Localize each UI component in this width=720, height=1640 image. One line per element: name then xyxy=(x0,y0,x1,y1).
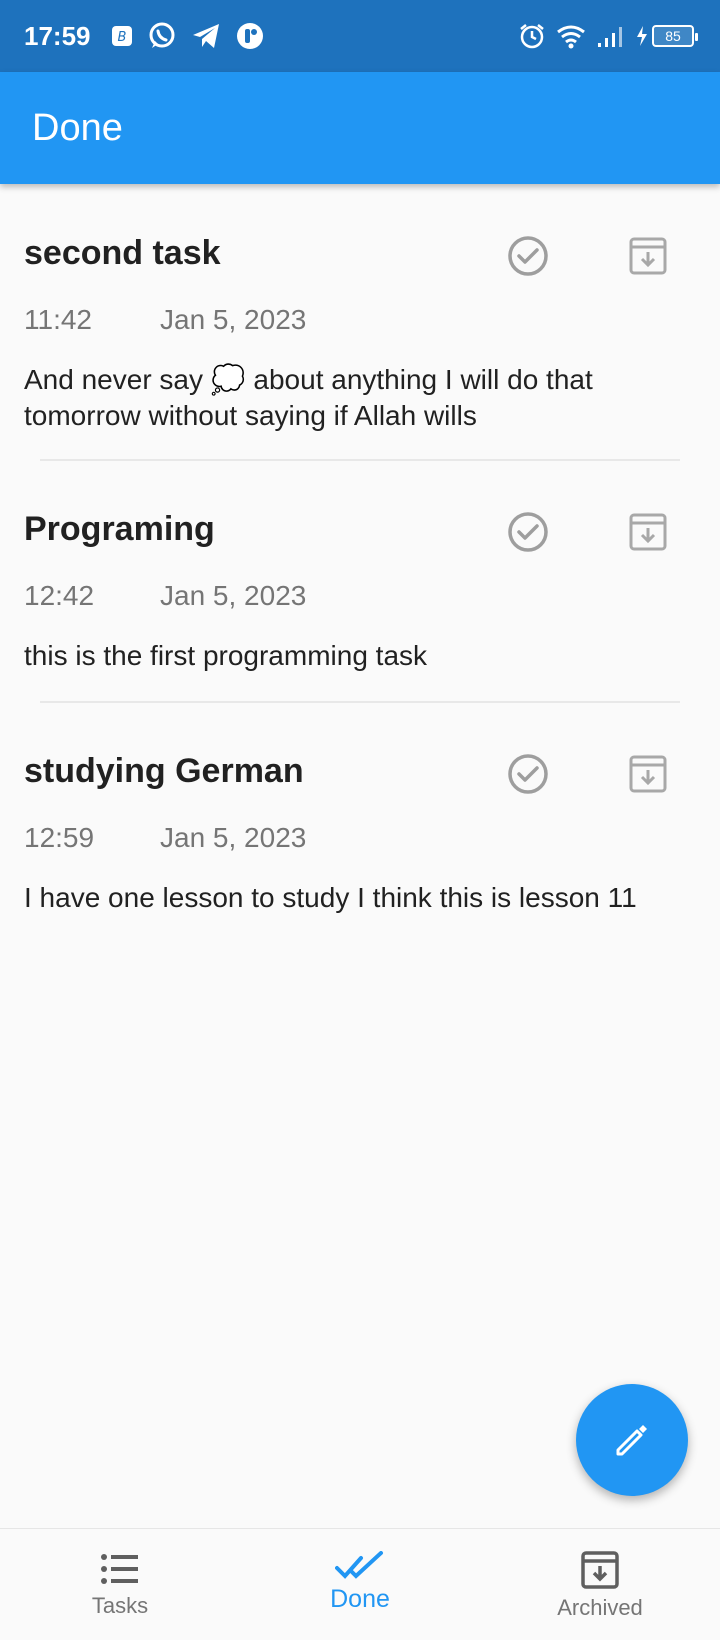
nav-item-archived[interactable]: Archived xyxy=(480,1529,720,1640)
notification-app-icon xyxy=(235,21,265,51)
double-check-icon xyxy=(335,1551,383,1579)
check-circle-icon xyxy=(508,236,548,276)
status-time: 17:59 xyxy=(24,20,91,51)
edit-pencil-icon xyxy=(616,1425,647,1456)
svg-text:B: B xyxy=(117,30,126,45)
check-circle-icon xyxy=(508,512,548,552)
nav-item-tasks[interactable]: Tasks xyxy=(0,1529,240,1640)
list-item: Programing 12:42 Jan 5, 2023 this is the… xyxy=(0,460,720,703)
status-bar-right: 85 xyxy=(518,22,698,50)
done-button[interactable] xyxy=(500,746,556,802)
task-description-line: And never say 💭 about anything I will do… xyxy=(24,364,593,395)
done-button[interactable] xyxy=(500,228,556,284)
bluetooth-app-icon: B xyxy=(111,25,133,47)
list-item: studying German 12:59 Jan 5, 2023 I have… xyxy=(0,702,720,942)
task-description: this is the first programming task xyxy=(24,638,684,674)
task-description-line: tomorrow without saying if Allah wills xyxy=(24,400,477,431)
task-description-line: this is the first programming task xyxy=(24,640,428,671)
bottom-navigation: Tasks Done Archived xyxy=(0,1528,720,1640)
archive-button[interactable] xyxy=(620,228,676,284)
archive-icon xyxy=(581,1551,619,1589)
task-time: 12:42 xyxy=(24,580,95,611)
battery-icon: 85 xyxy=(652,25,698,47)
edit-fab-button[interactable] xyxy=(576,1384,688,1496)
task-description: And never say 💭 about anything I will do… xyxy=(24,362,684,434)
alarm-icon xyxy=(518,22,546,50)
task-date: Jan 5, 2023 xyxy=(160,304,307,335)
task-time: 12:59 xyxy=(24,822,95,853)
list-icon xyxy=(101,1554,138,1584)
task-time: 11:42 xyxy=(24,304,92,335)
archive-icon xyxy=(629,513,667,551)
archive-icon xyxy=(629,237,667,275)
telegram-icon xyxy=(191,21,221,51)
battery-level: 85 xyxy=(665,28,681,44)
task-description-line: I have one lesson to study I think this … xyxy=(24,882,637,913)
archive-icon xyxy=(629,755,667,793)
task-date: Jan 5, 2023 xyxy=(160,822,307,853)
task-date: Jan 5, 2023 xyxy=(160,580,307,611)
app-bar: Done xyxy=(0,72,720,184)
task-description: I have one lesson to study I think this … xyxy=(24,880,684,916)
status-bar: 17:59 B 85 xyxy=(0,0,720,72)
done-button[interactable] xyxy=(500,504,556,560)
task-list: second task 11:42 Jan 5, 2023 And never … xyxy=(0,184,720,942)
nav-item-done[interactable]: Done xyxy=(240,1529,480,1640)
list-item: second task 11:42 Jan 5, 2023 And never … xyxy=(0,184,720,461)
archive-button[interactable] xyxy=(620,746,676,802)
nav-label-done: Done xyxy=(330,1585,390,1613)
nav-label-archived: Archived xyxy=(557,1595,643,1620)
wifi-icon xyxy=(556,23,586,49)
page-title: Done xyxy=(32,106,123,149)
task-title: Programing xyxy=(24,510,215,548)
task-title: second task xyxy=(24,234,221,272)
nav-label-tasks: Tasks xyxy=(91,1593,149,1618)
battery-indicator: 85 xyxy=(636,25,698,47)
task-title: studying German xyxy=(24,752,304,790)
archive-button[interactable] xyxy=(620,504,676,560)
check-circle-icon xyxy=(508,754,548,794)
status-bar-left: 17:59 B xyxy=(24,21,265,52)
whatsapp-icon xyxy=(147,21,177,51)
charging-icon xyxy=(636,26,648,46)
signal-icon xyxy=(596,23,626,49)
